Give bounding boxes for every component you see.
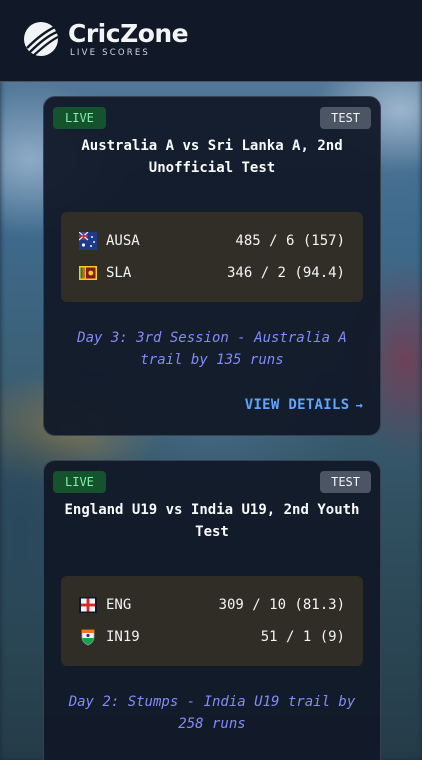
arrow-right-icon: →	[355, 398, 363, 412]
brand-name: CricZone	[68, 18, 189, 48]
view-details-link[interactable]: VIEW DETAILS →	[245, 397, 363, 413]
live-badge: LIVE	[53, 471, 106, 493]
india-cricket-crest-icon	[81, 629, 95, 646]
team-row: SLA 346 / 2 (94.4)	[79, 262, 345, 284]
brand-tagline: LIVE SCORES	[70, 47, 151, 58]
team-code: SLA	[106, 265, 132, 281]
view-details-label: VIEW DETAILS	[244, 397, 350, 413]
team-row: IN19 51 / 1 (9)	[79, 626, 345, 648]
team-score: 346 / 2 (94.4)	[226, 265, 345, 281]
team-code: IN19	[106, 629, 140, 645]
format-badge: TEST	[320, 471, 371, 493]
format-badge: TEST	[320, 107, 371, 129]
team-score: 485 / 6 (157)	[235, 233, 345, 249]
app-header: CricZone LIVE SCORES	[0, 0, 422, 82]
scoreboard: AUSA 485 / 6 (157) SLA 346 / 2 (94.4)	[61, 212, 363, 302]
match-card[interactable]: LIVE TEST England U19 vs India U19, 2nd …	[43, 460, 381, 760]
match-status: Day 2: Stumps - India U19 trail by 258 r…	[68, 694, 356, 732]
live-badge: LIVE	[53, 107, 106, 129]
team-row: ENG 309 / 10 (81.3)	[79, 594, 345, 616]
match-status: Day 3: 3rd Session - Australia A trail b…	[77, 330, 347, 368]
england-flag-icon	[79, 597, 97, 613]
brand-logo[interactable]: CricZone LIVE SCORES	[22, 18, 189, 58]
team-code: AUSA	[106, 233, 140, 249]
scoreboard: ENG 309 / 10 (81.3) IN19 51 / 1 (9)	[61, 576, 363, 666]
australia-flag-icon	[79, 232, 97, 250]
sri-lanka-flag-icon	[79, 266, 97, 280]
match-title: Australia A vs Sri Lanka A, 2nd Unoffici…	[81, 138, 343, 176]
team-score: 309 / 10 (81.3)	[218, 597, 345, 613]
team-code: ENG	[106, 597, 132, 613]
cricket-ball-icon	[24, 22, 59, 56]
team-row: AUSA 485 / 6 (157)	[79, 230, 345, 252]
match-card[interactable]: LIVE TEST Australia A vs Sri Lanka A, 2n…	[43, 96, 381, 436]
team-score: 51 / 1 (9)	[260, 629, 345, 645]
match-title: England U19 vs India U19, 2nd Youth Test	[64, 502, 360, 540]
